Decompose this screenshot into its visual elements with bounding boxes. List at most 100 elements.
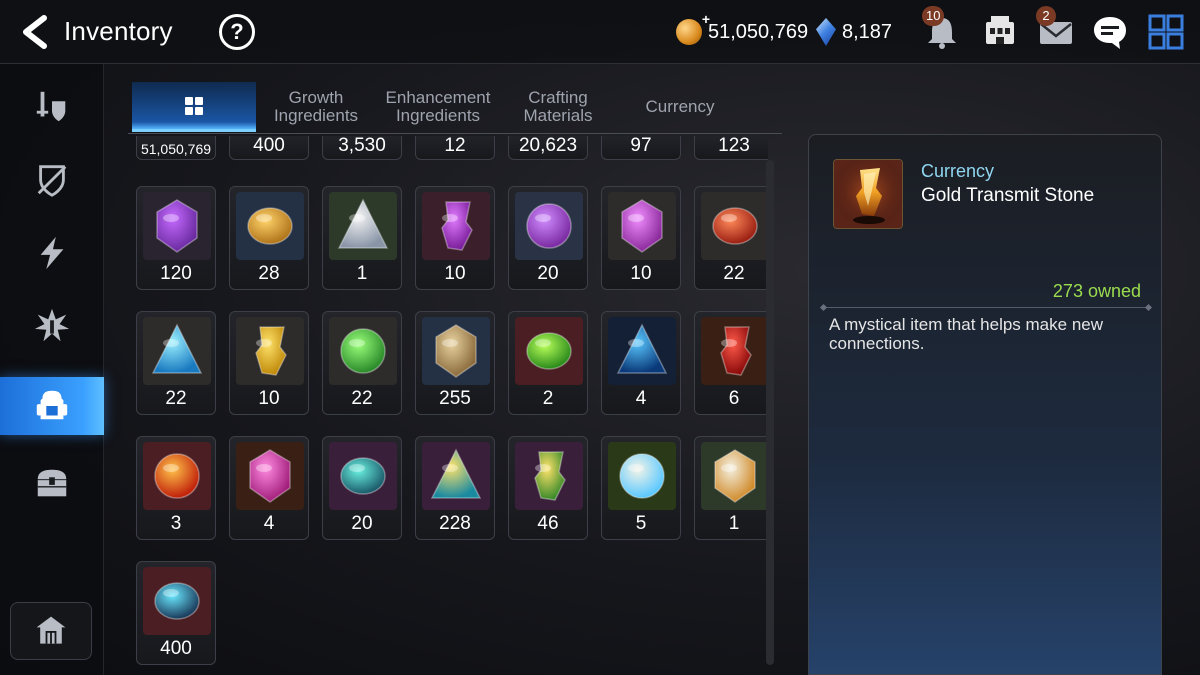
red-transmit-stone-icon	[143, 442, 211, 510]
item-slot[interactable]: 3	[136, 436, 216, 540]
item-count: 4	[263, 513, 275, 534]
sword-shield-icon	[36, 91, 66, 122]
item-slot[interactable]: 120	[136, 186, 216, 290]
grid-scrollbar[interactable]	[766, 160, 774, 665]
storage-button[interactable]	[10, 602, 92, 660]
earth-rune-icon	[329, 317, 397, 385]
tab-growth-ingredients[interactable]: Growth Ingredients	[260, 82, 372, 132]
item-slot[interactable]: 400	[136, 561, 216, 665]
item-slot[interactable]: 400	[229, 136, 309, 160]
item-count: 2	[542, 388, 554, 409]
sidebar-item-bag[interactable]	[0, 377, 104, 435]
item-count: 123	[718, 136, 750, 156]
sidebar-item-equipment[interactable]	[0, 78, 104, 136]
item-slot[interactable]: 10	[415, 186, 495, 290]
tab-all[interactable]	[132, 82, 256, 132]
item-count: 3,530	[338, 136, 386, 156]
item-slot[interactable]: 123	[694, 136, 768, 160]
crystal-icon	[816, 18, 836, 46]
lightning-icon	[40, 236, 64, 270]
sidebar-item-chest[interactable]	[0, 454, 104, 512]
gold-transmit-stone-icon	[833, 159, 903, 229]
back-arrow-icon[interactable]	[18, 14, 52, 50]
notification-button[interactable]: 10	[922, 6, 962, 52]
item-slot[interactable]: 22	[136, 311, 216, 415]
item-detail-panel: Currency Gold Transmit Stone 273 owned A…	[808, 134, 1162, 675]
gold-counter[interactable]: + 51,050,769	[676, 11, 809, 46]
item-slot[interactable]: 3,530	[322, 136, 402, 160]
root-herb-icon	[422, 317, 490, 385]
item-slot[interactable]: 20	[508, 186, 588, 290]
item-slot[interactable]: 6	[694, 311, 768, 415]
item-slot[interactable]: 10	[229, 311, 309, 415]
tab-currency[interactable]: Currency	[624, 82, 736, 132]
treasure-chest-icon	[37, 469, 67, 497]
item-count: 10	[630, 263, 652, 284]
item-slot[interactable]: 228	[415, 436, 495, 540]
item-slot[interactable]: 4	[601, 311, 681, 415]
grid-icon	[185, 96, 203, 115]
item-slot[interactable]: 2	[508, 311, 588, 415]
item-count: 22	[351, 388, 373, 409]
item-count: 4	[635, 388, 647, 409]
sidebar-item-catalyst[interactable]	[0, 224, 104, 282]
item-count: 400	[253, 136, 285, 156]
item-slot[interactable]: 255	[415, 311, 495, 415]
sidebar-item-hero-material[interactable]	[0, 297, 104, 355]
item-count: 400	[160, 638, 192, 659]
lightning-rune-icon	[236, 317, 304, 385]
help-button[interactable]: ?	[219, 14, 255, 50]
item-slot[interactable]: 12	[415, 136, 495, 160]
item-slot[interactable]: 46	[508, 436, 588, 540]
item-slot[interactable]: 5	[601, 436, 681, 540]
item-slot[interactable]: 22	[322, 311, 402, 415]
item-slot[interactable]: 20	[322, 436, 402, 540]
item-count: 12	[444, 136, 466, 156]
item-slot[interactable]: 1	[322, 186, 402, 290]
crystal-counter[interactable]: 8,187	[816, 18, 892, 46]
item-slot[interactable]: 20,623	[508, 136, 588, 160]
item-count: 46	[537, 513, 559, 534]
tab-enhancement-ingredients[interactable]: Enhancement Ingredients	[378, 82, 498, 132]
item-count: 22	[723, 263, 745, 284]
guild-button[interactable]	[980, 12, 1020, 52]
inventory-tabs: Growth Ingredients Enhancement Ingredien…	[128, 82, 782, 134]
item-slot[interactable]: 1	[694, 436, 768, 540]
crystal-amount: 8,187	[842, 20, 893, 43]
item-slot[interactable]: 4	[229, 436, 309, 540]
broken-shield-icon	[37, 165, 67, 197]
item-slot[interactable]: 22	[694, 186, 768, 290]
item-count: 3	[170, 513, 182, 534]
white-transmit-stone-icon	[701, 442, 768, 510]
sidebar-item-artifact[interactable]	[0, 151, 104, 209]
house-icon	[36, 616, 66, 644]
item-count: 5	[635, 513, 647, 534]
divider	[823, 307, 1149, 308]
red-hex-gem-icon	[701, 317, 768, 385]
item-slot[interactable]: 10	[601, 186, 681, 290]
purple-flower-icon	[143, 192, 211, 260]
purple-oval-rune-icon	[608, 192, 676, 260]
item-count: 228	[439, 513, 471, 534]
item-slot[interactable]: 28	[229, 186, 309, 290]
teal-transmit-stone-icon	[422, 442, 490, 510]
gold-amount: 51,050,769	[708, 20, 809, 43]
red-oval-rune-icon	[701, 192, 768, 260]
menu-button[interactable]	[1146, 12, 1186, 52]
notification-badge: 10	[922, 6, 945, 26]
chat-button[interactable]	[1090, 12, 1130, 52]
white-star-stone-icon	[608, 442, 676, 510]
item-slot[interactable]: 97	[601, 136, 681, 160]
item-grid: 51,050,769 400 3,530 12 20,623 97 123 120 28 1 10 2…	[128, 136, 768, 675]
purple-triangle-rune-icon	[515, 192, 583, 260]
mail-button[interactable]: 2	[1036, 6, 1076, 52]
item-count: 20,623	[518, 136, 578, 156]
chat-icon	[1094, 17, 1126, 49]
teal-hex-stone-icon	[329, 442, 397, 510]
blue-disc-icon	[608, 317, 676, 385]
tab-crafting-materials[interactable]: Crafting Materials	[508, 82, 608, 132]
item-count: 28	[258, 263, 280, 284]
item-category: Currency	[921, 161, 995, 181]
item-slot[interactable]: 51,050,769	[136, 136, 216, 160]
green-orb-icon	[515, 317, 583, 385]
